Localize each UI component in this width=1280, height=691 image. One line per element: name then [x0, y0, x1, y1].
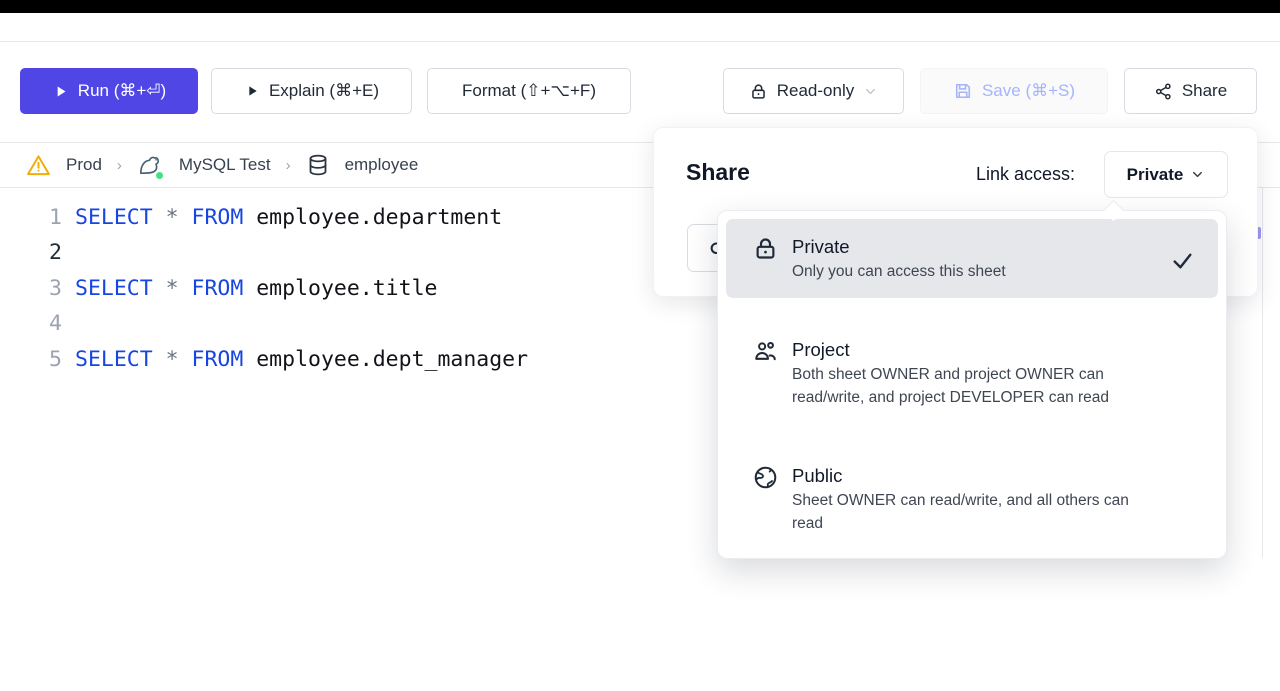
sql-token: * [153, 205, 192, 230]
environment-warning-icon [26, 153, 51, 178]
run-button[interactable]: Run (⌘+⏎) [20, 68, 198, 114]
sql-token: FROM [192, 347, 244, 372]
option-title: Public [792, 463, 1157, 489]
chevron-down-icon [1190, 167, 1205, 182]
code-text: SELECT * FROM employee.department [75, 200, 502, 235]
sql-token: employee.dept_manager [243, 347, 528, 372]
sql-token: SELECT [75, 347, 153, 372]
sql-token: employee.department [243, 205, 502, 230]
lock-icon [749, 82, 768, 101]
option-title: Private [792, 234, 1157, 260]
code-text: SELECT * FROM employee.title [75, 271, 437, 306]
check-icon [1170, 248, 1195, 273]
option-description: Both sheet OWNER and project OWNER can r… [792, 363, 1157, 409]
readonly-mode-dropdown[interactable]: Read-only [723, 68, 904, 114]
link-access-option-project[interactable]: Project Both sheet OWNER and project OWN… [726, 322, 1218, 424]
sql-token: * [153, 347, 192, 372]
run-button-label: Run (⌘+⏎) [78, 81, 166, 101]
code-text: SELECT * FROM employee.dept_manager [75, 342, 528, 377]
line-number: 4 [0, 306, 62, 341]
breadcrumb-environment[interactable]: Prod [66, 155, 102, 175]
line-number: 5 [0, 342, 62, 377]
link-access-value: Private [1127, 165, 1184, 185]
sql-token: SELECT [75, 276, 153, 301]
link-access-dropdown[interactable]: Private [1104, 151, 1228, 198]
breadcrumb-separator: › [117, 157, 122, 174]
link-access-option-public[interactable]: Public Sheet OWNER can read/write, and a… [726, 448, 1218, 550]
breadcrumb-separator: › [286, 157, 291, 174]
share-nodes-icon [1154, 82, 1173, 101]
save-icon [953, 81, 973, 101]
option-description: Sheet OWNER can read/write, and all othe… [792, 489, 1157, 535]
option-title: Project [792, 337, 1157, 363]
database-icon [306, 153, 330, 177]
globe-icon [752, 464, 779, 491]
sql-token: * [153, 276, 192, 301]
explain-button-label: Explain (⌘+E) [269, 81, 379, 101]
line-number: 3 [0, 271, 62, 306]
format-button-label: Format (⇧+⌥+F) [462, 81, 596, 101]
share-popover-title: Share [686, 159, 750, 186]
link-access-menu: Private Only you can access this sheet P… [717, 210, 1227, 559]
breadcrumb-instance[interactable]: MySQL Test [179, 155, 271, 175]
play-icon [52, 83, 69, 100]
header-divider [0, 41, 1280, 42]
sql-editor-app: Run (⌘+⏎) Explain (⌘+E) Format (⇧+⌥+F) R… [0, 0, 1280, 691]
line-number: 1 [0, 200, 62, 235]
sql-token: SELECT [75, 205, 153, 230]
users-icon [752, 338, 779, 365]
breadcrumb-database[interactable]: employee [345, 155, 419, 175]
link-access-label: Link access: [976, 164, 1075, 185]
mysql-instance-icon [137, 152, 164, 179]
share-button[interactable]: Share [1124, 68, 1257, 114]
explain-button[interactable]: Explain (⌘+E) [211, 68, 412, 114]
chevron-down-icon [863, 84, 878, 99]
link-access-option-private[interactable]: Private Only you can access this sheet [726, 219, 1218, 298]
window-top-strip [0, 0, 1280, 13]
option-description: Only you can access this sheet [792, 260, 1157, 283]
sql-token: FROM [192, 205, 244, 230]
instance-status-dot [154, 170, 165, 181]
sql-token: employee.title [243, 276, 437, 301]
right-panel-border [1262, 188, 1263, 558]
lock-icon [752, 235, 779, 262]
readonly-label: Read-only [777, 81, 855, 101]
format-button[interactable]: Format (⇧+⌥+F) [427, 68, 631, 114]
sql-token: FROM [192, 276, 244, 301]
play-icon [244, 83, 260, 99]
save-button-label: Save (⌘+S) [982, 81, 1075, 101]
line-number: 2 [0, 235, 62, 270]
save-button[interactable]: Save (⌘+S) [920, 68, 1108, 114]
share-button-label: Share [1182, 81, 1227, 101]
